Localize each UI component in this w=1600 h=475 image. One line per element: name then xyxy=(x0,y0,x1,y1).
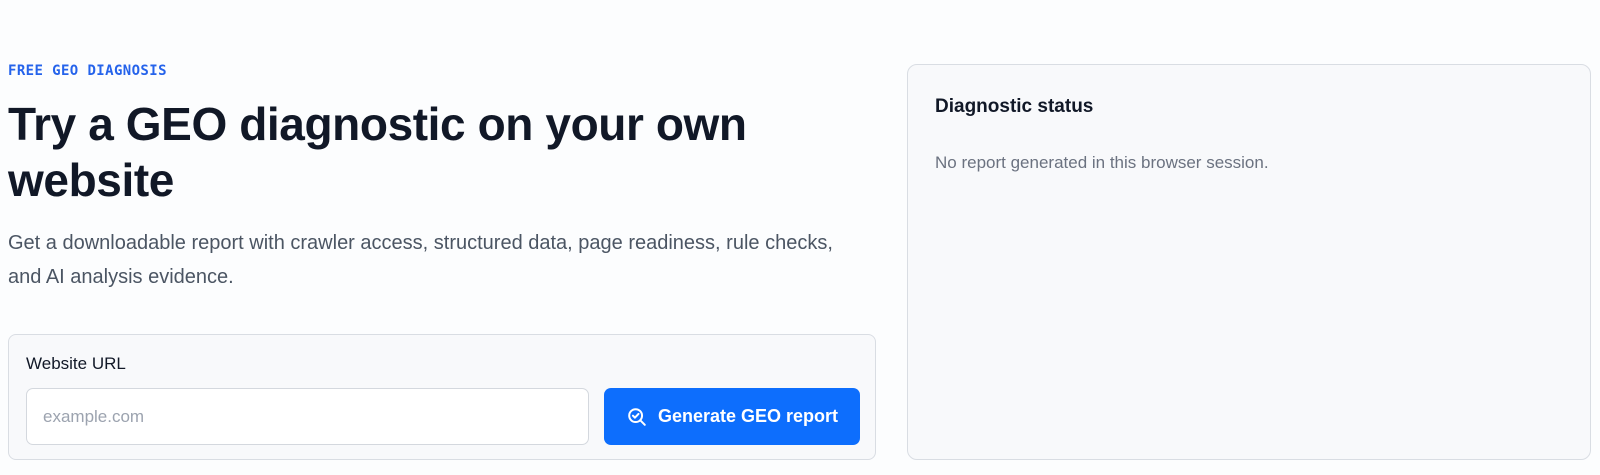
status-title: Diagnostic status xyxy=(935,96,1094,117)
status-message: No report generated in this browser sess… xyxy=(935,153,1269,172)
generate-report-button[interactable]: Generate GEO report xyxy=(604,388,860,445)
page-title: Try a GEO diagnostic on your own website xyxy=(8,98,747,206)
generate-report-label: Generate GEO report xyxy=(657,406,839,426)
eyebrow-label: FREE GEO DIAGNOSIS xyxy=(8,63,167,79)
website-url-label: Website URL xyxy=(26,354,126,373)
diagnosis-form: Website URL Generate GEO report xyxy=(8,334,876,460)
diagnostic-status-panel: Diagnostic status No report generated in… xyxy=(907,64,1591,460)
page-description: Get a downloadable report with crawler a… xyxy=(8,232,833,288)
search-check-icon xyxy=(626,406,648,428)
hero-section: FREE GEO DIAGNOSIS Try a GEO diagnostic … xyxy=(8,60,876,294)
page: FREE GEO DIAGNOSIS Try a GEO diagnostic … xyxy=(0,0,1600,475)
website-url-input[interactable] xyxy=(26,388,589,445)
